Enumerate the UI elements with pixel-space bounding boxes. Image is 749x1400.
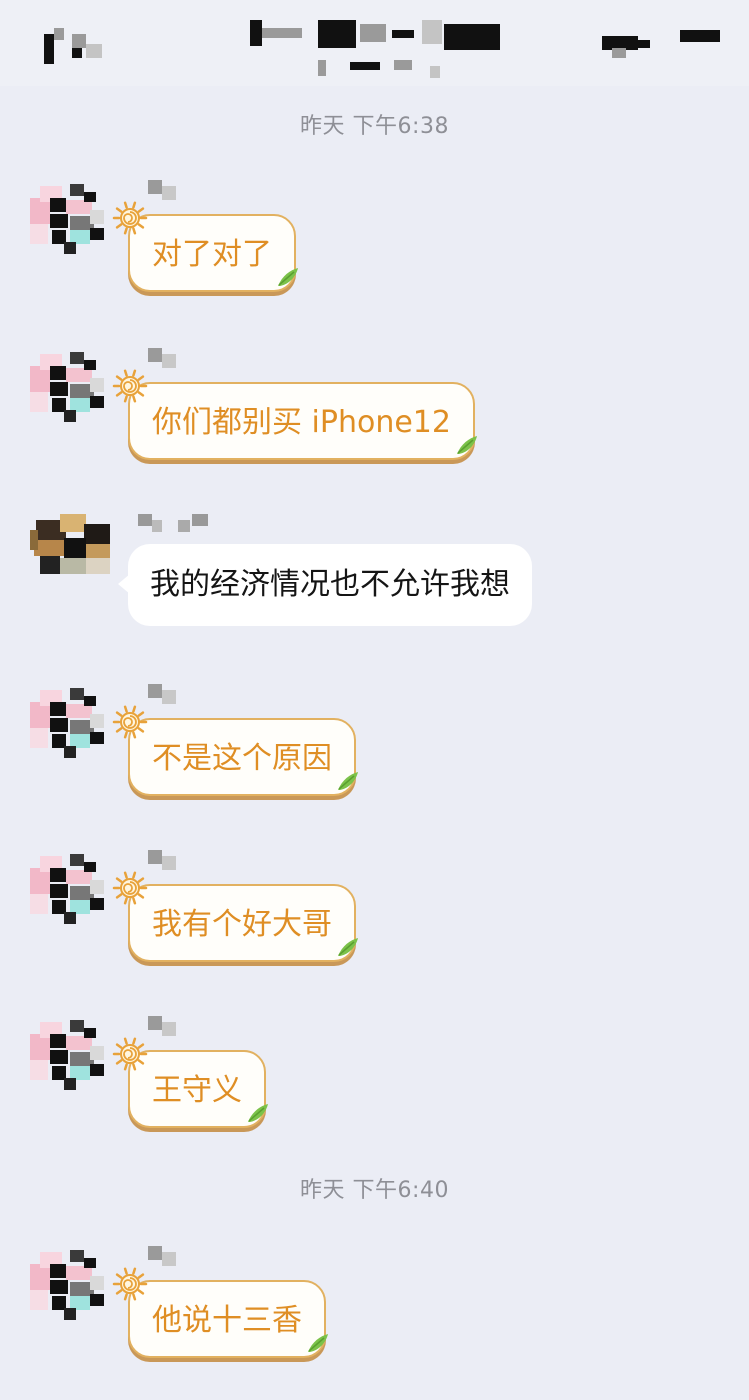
message-text: 他说十三香: [152, 1303, 302, 1338]
message-bubble[interactable]: 他说十三香: [128, 1280, 328, 1358]
avatar[interactable]: [30, 850, 110, 930]
timestamp: 昨天 下午6:40: [300, 1178, 449, 1203]
message-bubble[interactable]: 对了对了: [128, 214, 298, 292]
avatar[interactable]: [30, 510, 110, 590]
sun-sticker-icon: [112, 1037, 148, 1071]
avatar[interactable]: [30, 684, 110, 764]
message-text: 不是这个原因: [152, 741, 332, 776]
message-text: 我的经济情况也不允许我想: [150, 567, 510, 602]
leaf-icon: [308, 1334, 328, 1352]
avatar[interactable]: [30, 1016, 110, 1096]
sun-sticker-icon: [112, 1267, 148, 1301]
message-text: 王守义: [152, 1073, 242, 1108]
message-bubble[interactable]: 我的经济情况也不允许我想: [118, 544, 532, 626]
avatar[interactable]: [30, 180, 110, 260]
message-bubble[interactable]: 不是这个原因: [128, 718, 358, 796]
message-text: 对了对了: [152, 237, 272, 272]
message-text: 我有个好大哥: [152, 907, 332, 942]
chat-header: [0, 0, 749, 86]
avatar[interactable]: [30, 1246, 110, 1326]
message-bubble[interactable]: 你们都别买 iPhone12: [128, 382, 477, 460]
back-icon[interactable]: [38, 26, 118, 70]
message-bubble[interactable]: 我有个好大哥: [128, 884, 358, 962]
sun-sticker-icon: [112, 871, 148, 905]
more-icon[interactable]: [598, 26, 728, 70]
leaf-icon: [456, 436, 477, 454]
sun-sticker-icon: [112, 369, 148, 403]
message-text: 你们都别买 iPhone12: [152, 405, 451, 440]
message-bubble[interactable]: 王守义: [128, 1050, 268, 1128]
chat-title: [248, 18, 508, 80]
leaf-icon: [338, 938, 358, 956]
leaf-icon: [278, 268, 298, 286]
leaf-icon: [248, 1104, 268, 1122]
timestamp: 昨天 下午6:38: [300, 114, 449, 139]
sun-sticker-icon: [112, 201, 148, 235]
leaf-icon: [338, 772, 358, 790]
sun-sticker-icon: [112, 705, 148, 739]
avatar[interactable]: [30, 348, 110, 428]
